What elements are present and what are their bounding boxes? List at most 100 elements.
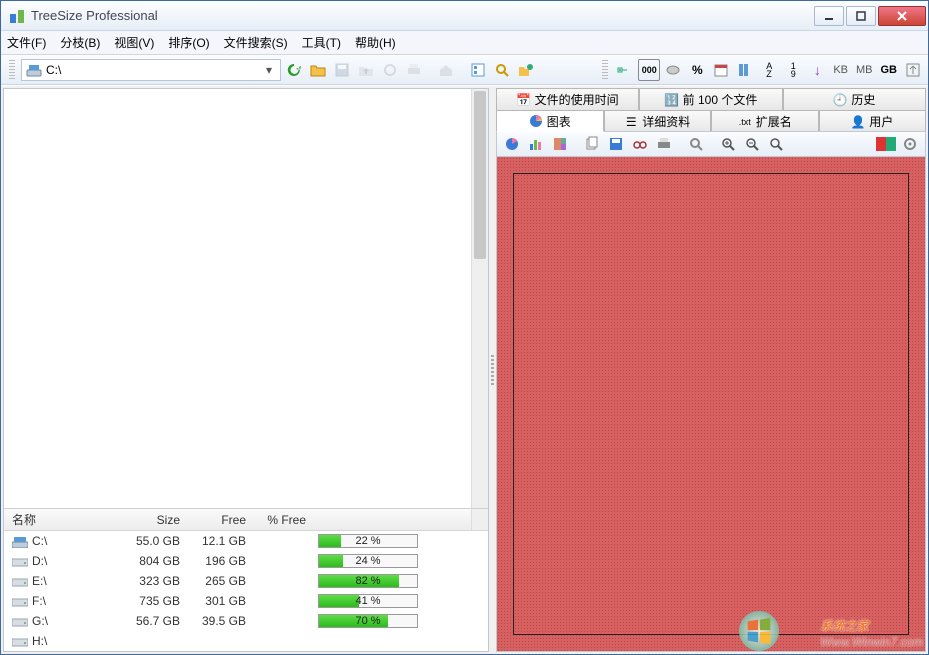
- disk-icon[interactable]: [662, 59, 684, 81]
- col-free[interactable]: Free: [188, 513, 254, 527]
- treemap-chart[interactable]: [496, 157, 926, 652]
- col-pct[interactable]: % Free: [254, 513, 314, 527]
- refresh-icon[interactable]: [283, 59, 305, 81]
- tab-extensions[interactable]: .txt 扩展名: [711, 110, 819, 132]
- chart-pie-icon[interactable]: [501, 133, 523, 155]
- unit-gb[interactable]: GB: [878, 64, 901, 76]
- tab-file-age[interactable]: 📅 文件的使用时间: [496, 88, 639, 110]
- user-icon: 👤: [851, 115, 865, 129]
- chart-glasses-icon[interactable]: [629, 133, 651, 155]
- calendar-icon[interactable]: [710, 59, 732, 81]
- drive-table: 名称 Size Free % Free C:\55.0 GB12.1 GB22 …: [4, 508, 488, 651]
- drive-row[interactable]: D:\804 GB196 GB24 %: [4, 551, 488, 571]
- col-name[interactable]: 名称: [4, 511, 122, 528]
- tree-expand-icon[interactable]: [614, 59, 636, 81]
- left-pane: 名称 Size Free % Free C:\55.0 GB12.1 GB22 …: [3, 88, 489, 652]
- menu-tools[interactable]: 工具(T): [302, 34, 341, 51]
- tab-file-age-label: 文件的使用时间: [535, 91, 619, 108]
- history-icon: 🕘: [833, 93, 847, 107]
- zoom-fit-icon[interactable]: [765, 133, 787, 155]
- sort-az-icon[interactable]: AZ: [758, 59, 780, 81]
- columns-icon[interactable]: [734, 59, 756, 81]
- top100-icon: 🔢: [665, 93, 679, 107]
- main-window: TreeSize Professional 文件(F) 分枝(B) 视图(V) …: [0, 0, 929, 655]
- drive-table-header: 名称 Size Free % Free: [4, 509, 488, 531]
- digit-group-icon[interactable]: 000: [638, 59, 660, 81]
- chevron-down-icon[interactable]: ▾: [262, 63, 276, 77]
- tab-top100-label: 前 100 个文件: [683, 91, 758, 108]
- drive-row[interactable]: F:\735 GB301 GB41 %: [4, 591, 488, 611]
- free-bar: 82 %: [318, 574, 418, 588]
- sort-arrow-icon[interactable]: ↓: [806, 59, 828, 81]
- chart-print-icon[interactable]: [653, 133, 675, 155]
- drive-row[interactable]: E:\323 GB265 GB82 %: [4, 571, 488, 591]
- chart-copy-icon[interactable]: [581, 133, 603, 155]
- chart-save-icon[interactable]: [605, 133, 627, 155]
- tree-view[interactable]: [4, 89, 488, 508]
- hdd-icon: [12, 596, 28, 608]
- open-folder-icon[interactable]: [307, 59, 329, 81]
- tab-history[interactable]: 🕘 历史: [783, 88, 926, 110]
- splitter[interactable]: [490, 86, 495, 654]
- unit-mb[interactable]: MB: [853, 64, 876, 76]
- folder-up-icon: [355, 59, 377, 81]
- system-drive-icon: [12, 536, 28, 548]
- unit-kb[interactable]: KB: [830, 64, 851, 76]
- menu-filesearch[interactable]: 文件搜索(S): [224, 34, 288, 51]
- col-size[interactable]: Size: [122, 513, 188, 527]
- tab-chart-label: 图表: [547, 113, 571, 130]
- close-button[interactable]: [878, 6, 926, 26]
- drive-icon: [26, 62, 42, 78]
- options-icon[interactable]: [467, 59, 489, 81]
- zoom-in-icon[interactable]: [717, 133, 739, 155]
- main-toolbar: C:\ ▾ 000 % AZ 19 ↓ KB MB GB: [1, 55, 928, 85]
- maximize-button[interactable]: [846, 6, 876, 26]
- right-pane: 📅 文件的使用时间 🔢 前 100 个文件 🕘 历史 图表: [496, 88, 926, 652]
- free-bar: 22 %: [318, 534, 418, 548]
- toolbar-grip[interactable]: [9, 60, 15, 80]
- tab-chart[interactable]: 图表: [496, 110, 604, 132]
- treemap-outer-block: [497, 157, 925, 651]
- tab-extensions-label: 扩展名: [756, 113, 792, 130]
- drive-row[interactable]: H:\: [4, 631, 488, 651]
- drive-scrollbar[interactable]: [471, 509, 488, 530]
- free-bar: 41 %: [318, 594, 418, 608]
- tab-users[interactable]: 👤 用户: [819, 110, 927, 132]
- compare-icon[interactable]: [515, 59, 537, 81]
- auto-unit-icon[interactable]: [902, 59, 924, 81]
- drive-selector[interactable]: C:\ ▾: [21, 59, 281, 81]
- percent-icon[interactable]: %: [686, 59, 708, 81]
- config-icon: [379, 59, 401, 81]
- drive-row[interactable]: C:\55.0 GB12.1 GB22 %: [4, 531, 488, 551]
- ext-icon: .txt: [738, 115, 752, 129]
- menu-file[interactable]: 文件(F): [7, 34, 46, 51]
- tab-details[interactable]: ☰ 详细资料: [604, 110, 712, 132]
- tab-history-label: 历史: [851, 91, 875, 108]
- free-bar: 70 %: [318, 614, 418, 628]
- minimize-button[interactable]: [814, 6, 844, 26]
- toolbar-grip-2[interactable]: [602, 60, 608, 80]
- tab-top100[interactable]: 🔢 前 100 个文件: [639, 88, 782, 110]
- tree-scrollbar[interactable]: [471, 89, 488, 508]
- zoom-out-icon[interactable]: [741, 133, 763, 155]
- pie-icon: [529, 114, 543, 128]
- sort-19-icon[interactable]: 19: [782, 59, 804, 81]
- menu-view[interactable]: 视图(V): [114, 34, 154, 51]
- tab-details-label: 详细资料: [642, 113, 690, 130]
- chart-settings-icon[interactable]: [899, 133, 921, 155]
- color-swatch-icon[interactable]: [875, 133, 897, 155]
- chart-find-icon[interactable]: [685, 133, 707, 155]
- tab-users-label: 用户: [869, 113, 893, 130]
- menu-branch[interactable]: 分枝(B): [60, 34, 100, 51]
- menu-help[interactable]: 帮助(H): [355, 34, 396, 51]
- search-icon[interactable]: [491, 59, 513, 81]
- chart-bar-icon[interactable]: [525, 133, 547, 155]
- drive-row[interactable]: G:\56.7 GB39.5 GB70 %: [4, 611, 488, 631]
- list-icon: ☰: [624, 115, 638, 129]
- chart-treemap-icon[interactable]: [549, 133, 571, 155]
- home-icon: [435, 59, 457, 81]
- window-title: TreeSize Professional: [31, 8, 814, 23]
- treemap-inner-block: [513, 173, 909, 635]
- menu-sort[interactable]: 排序(O): [168, 34, 209, 51]
- tabrow-top: 📅 文件的使用时间 🔢 前 100 个文件 🕘 历史: [496, 88, 926, 110]
